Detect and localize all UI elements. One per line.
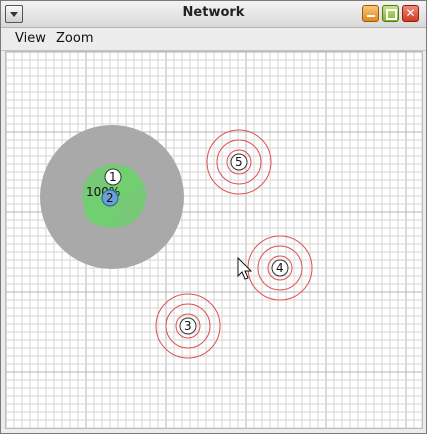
node-1[interactable]: 1 [104,168,122,186]
node-5-label: 5 [235,155,243,169]
network-window: Network ✕ View Zoom 100% 1 2 5 4 3 [0,0,427,434]
node-4-label: 4 [276,261,284,275]
minimize-icon[interactable] [362,5,379,22]
menu-view[interactable]: View [13,31,48,46]
node-2[interactable]: 2 [101,189,119,207]
node-5[interactable]: 5 [206,129,272,195]
node-1-label: 1 [109,170,117,184]
network-map[interactable]: 100% 1 2 5 4 3 [6,52,423,429]
menu-bar: View Zoom [1,28,426,51]
node-2-label: 2 [106,191,114,205]
node-3[interactable]: 3 [155,293,221,359]
node-3-label: 3 [184,319,192,333]
network-canvas[interactable]: 100% 1 2 5 4 3 [5,51,423,429]
node-4[interactable]: 4 [247,235,313,301]
menu-zoom[interactable]: Zoom [54,31,95,46]
maximize-icon[interactable] [382,5,399,22]
close-icon[interactable]: ✕ [402,5,419,22]
title-bar[interactable]: Network ✕ [1,1,426,28]
